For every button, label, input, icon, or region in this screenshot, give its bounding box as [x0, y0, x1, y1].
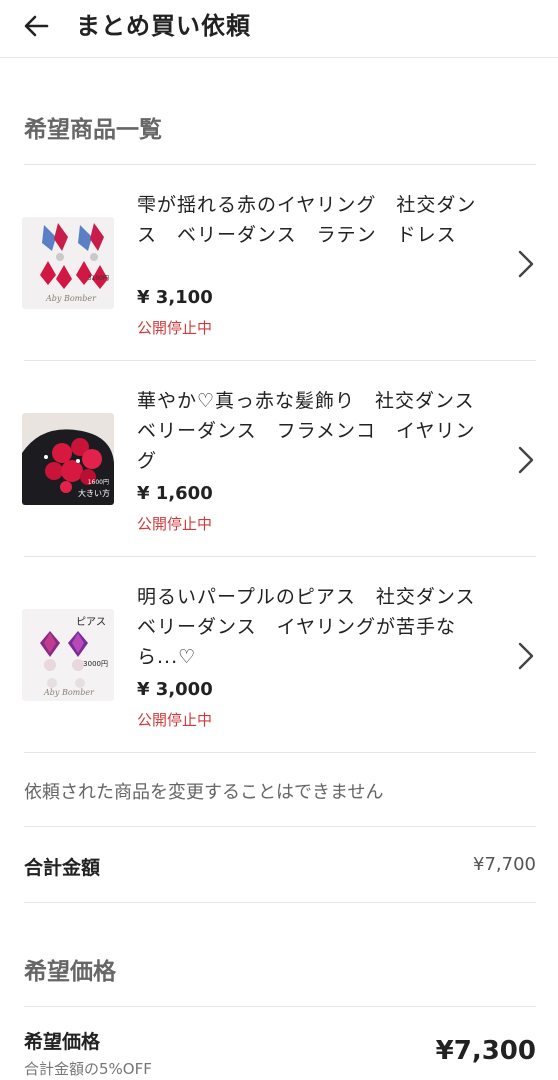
- arrow-left-icon: [24, 15, 49, 37]
- chevron-right-icon: [518, 250, 534, 278]
- change-notice: 依頼された商品を変更することはできません: [24, 782, 384, 803]
- thumbnail-watermark: Aby Bomber: [46, 294, 96, 303]
- top-bar: まとめ買い依頼: [0, 0, 558, 58]
- thumbnail-watermark: Aby Bomber: [44, 688, 94, 697]
- list-item[interactable]: ピアス 3000円 Aby Bomber 明るいパープルのピアス 社交ダンス ベ…: [0, 558, 558, 754]
- divider: [24, 826, 536, 827]
- back-button[interactable]: [14, 4, 58, 48]
- thumbnail-tag: ピアス: [76, 617, 106, 628]
- item-status: 公開停止中: [137, 711, 213, 729]
- divider: [24, 360, 536, 361]
- thumbnail-caption: 大きい方: [78, 489, 110, 498]
- page-title: まとめ買い依頼: [76, 12, 251, 40]
- divider: [24, 164, 536, 165]
- desired-price-note: 合計金額の5%OFF: [24, 1060, 152, 1078]
- item-name: 華やか♡真っ赤な髪飾り 社交ダンス ベリーダンス フラメンコ イヤリング: [137, 390, 495, 472]
- total-value: ¥7,700: [473, 854, 536, 875]
- product-thumbnail: 1600円 大きい方: [22, 413, 114, 505]
- product-thumbnail: ピアス 3000円 Aby Bomber: [22, 609, 114, 701]
- divider: [24, 1006, 536, 1007]
- total-label: 合計金額: [24, 857, 101, 879]
- item-price: ¥ 1,600: [137, 483, 213, 504]
- divider: [24, 902, 536, 903]
- chevron-right-icon: [518, 642, 534, 670]
- thumbnail-price-label: 3000円: [83, 660, 108, 668]
- chevron-right-icon: [518, 446, 534, 474]
- product-thumbnail: 3100円 Aby Bomber: [22, 217, 114, 309]
- item-name: 雫が揺れる赤のイヤリング 社交ダンス ベリーダンス ラテン ドレス: [137, 194, 477, 246]
- divider: [24, 752, 536, 753]
- desired-price-label: 希望価格: [24, 1031, 101, 1053]
- item-name: 明るいパープルのピアス 社交ダンス ベリーダンス イヤリングが苦手なら...♡: [137, 586, 496, 668]
- list-item[interactable]: 3100円 Aby Bomber 雫が揺れる赤のイヤリング 社交ダンス ベリーダ…: [0, 166, 558, 362]
- thumbnail-price-label: 3100円: [87, 275, 109, 282]
- desired-section-title: 希望価格: [24, 959, 116, 985]
- item-price: ¥ 3,100: [137, 287, 213, 308]
- item-price: ¥ 3,000: [137, 679, 213, 700]
- item-status: 公開停止中: [137, 319, 213, 337]
- divider: [24, 556, 536, 557]
- desired-price-value: ¥7,300: [435, 1036, 536, 1066]
- items-section-title: 希望商品一覧: [24, 117, 162, 143]
- thumbnail-price-label: 1600円: [87, 479, 109, 486]
- item-status: 公開停止中: [137, 515, 213, 533]
- list-item[interactable]: 1600円 大きい方 華やか♡真っ赤な髪飾り 社交ダンス ベリーダンス フラメン…: [0, 362, 558, 558]
